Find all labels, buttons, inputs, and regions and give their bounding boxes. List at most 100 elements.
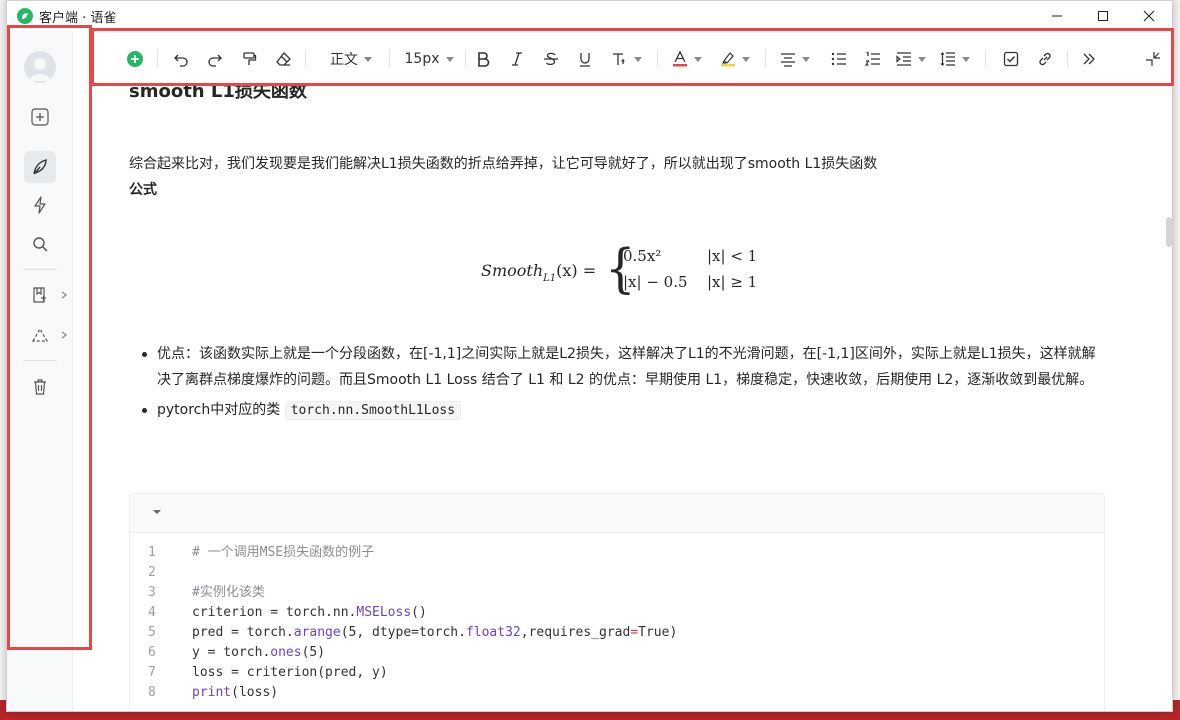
formula-case1-expr: 0.5x² (623, 247, 662, 265)
chevron-down-icon (918, 56, 926, 62)
inline-code: torch.nn.SmoothL1Loss (284, 401, 462, 420)
new-button[interactable] (24, 101, 56, 133)
scrollbar-thumb[interactable] (1166, 217, 1172, 247)
toolbar-divider (1067, 50, 1068, 68)
toolbar-divider (765, 50, 766, 68)
list-item: pytorch中对应的类 torch.nn.SmoothL1Loss (139, 397, 1109, 424)
lightning-icon[interactable] (24, 189, 56, 221)
bullet-list: 优点：该函数实际上就是一个分段函数，在[-1,1]之间实际上就是L2损失，这样解… (139, 341, 1109, 424)
link-icon[interactable] (1033, 47, 1057, 71)
ordered-list-icon[interactable] (861, 47, 885, 71)
trash-icon[interactable] (24, 371, 56, 403)
line-number: 6 (148, 645, 156, 660)
rail-divider (23, 269, 57, 270)
code-text: y = torch.ones(5) (192, 645, 326, 660)
redo-icon[interactable] (203, 47, 227, 71)
yuque-logo-icon (17, 8, 33, 24)
section-heading: smooth L1损失函数 (129, 85, 307, 102)
code-block[interactable]: 1 # 一个调用MSE损失函数的例子 2 3 #实例化该类 4 criterion = to… (129, 493, 1105, 711)
line-number: 2 (148, 565, 156, 580)
math-formula[interactable]: SmoothL1(x) = { 0.5x² |x| < 1 |x| − 0.5 … (475, 241, 775, 305)
bullet-list-icon[interactable] (827, 47, 851, 71)
paragraph-style-select[interactable]: 正文 (321, 47, 381, 71)
italic-icon[interactable] (505, 47, 529, 71)
font-size-value: 15px (404, 51, 440, 67)
chevron-down-icon (962, 56, 970, 62)
paragraph: 综合起来比对，我们发现要是我们能解决L1损失函数的折点给弄掉，让它可导就好了，所… (129, 156, 878, 172)
paragraph-style-value: 正文 (330, 52, 358, 68)
left-rail (7, 31, 73, 711)
toolbar-divider (985, 50, 986, 68)
window-title: 客户端 · 语雀 (39, 10, 117, 26)
font-size-select[interactable]: 15px (399, 47, 459, 71)
align-dropdown[interactable] (775, 47, 815, 71)
toolbar-divider (305, 50, 306, 68)
eraser-icon[interactable] (271, 47, 295, 71)
chevron-down-icon (364, 56, 372, 62)
font-color-icon (673, 51, 687, 67)
collapse-icon[interactable] (1141, 47, 1165, 71)
underline-icon[interactable] (573, 47, 597, 71)
chevron-down-icon (742, 56, 750, 62)
toolbar-divider (157, 50, 158, 68)
line-number: 8 (148, 685, 156, 700)
more-icon[interactable] (1077, 47, 1101, 71)
indent-icon (896, 52, 911, 66)
format-painter-icon[interactable] (237, 47, 261, 71)
line-height-dropdown[interactable] (935, 47, 975, 71)
formula-lhs: SmoothL1(x) = (481, 261, 597, 284)
text-style-icon (613, 53, 625, 65)
line-number: 7 (148, 665, 156, 680)
strikethrough-icon[interactable] (539, 47, 563, 71)
code-body[interactable]: 1 # 一个调用MSE损失函数的例子 2 3 #实例化该类 4 criterion = to… (130, 532, 1104, 711)
knowledge-base-icon[interactable] (24, 279, 56, 311)
team-icon[interactable] (24, 319, 56, 351)
minimize-button[interactable] (1034, 1, 1080, 31)
chevron-down-icon (445, 56, 454, 62)
code-text: # 一个调用MSE损失函数的例子 (192, 545, 375, 560)
line-number: 5 (148, 625, 156, 640)
line-number: 3 (148, 585, 156, 600)
chevron-right-icon (61, 331, 67, 339)
code-text: criterion = torch.nn.MSELoss() (192, 605, 427, 620)
add-circle-icon[interactable] (123, 47, 147, 71)
toolbar-divider (389, 50, 390, 68)
code-text: #实例化该类 (192, 585, 265, 600)
align-center-icon (781, 53, 795, 67)
line-number: 1 (148, 545, 156, 560)
avatar[interactable] (24, 51, 56, 83)
line-height-icon (940, 52, 955, 66)
checkbox-icon[interactable] (999, 47, 1023, 71)
text-style-dropdown[interactable] (605, 47, 649, 71)
line-number: 4 (148, 605, 156, 620)
highlight-dropdown[interactable] (715, 47, 755, 71)
chevron-down-icon (694, 56, 702, 62)
document-area[interactable]: smooth L1损失函数 综合起来比对，我们发现要是我们能解决L1损失函数的折… (73, 85, 1172, 711)
chevron-down-icon (802, 56, 810, 62)
undo-icon[interactable] (169, 47, 193, 71)
indent-dropdown[interactable] (891, 47, 931, 71)
titlebar: 客户端 · 语雀 (7, 1, 1172, 31)
formula-case2-cond: |x| ≥ 1 (707, 273, 758, 291)
chevron-down-icon (634, 56, 642, 62)
code-text: print(loss) (192, 685, 279, 700)
bold-icon[interactable] (471, 47, 495, 71)
paragraph-bold: 公式 (129, 182, 157, 198)
app-window: 客户端 · 语雀 正文 15px smooth L1损失函数 综合起来比对，我们… (6, 0, 1174, 712)
toolbar-divider (465, 50, 466, 68)
chevron-down-icon[interactable] (152, 508, 162, 516)
rail-divider (23, 360, 57, 361)
close-button[interactable] (1126, 1, 1172, 31)
highlight-icon (721, 52, 735, 67)
font-color-dropdown[interactable] (667, 47, 707, 71)
code-text: loss = criterion(pred, y) (192, 665, 388, 680)
editor-toolbar: 正文 15px (73, 31, 1172, 85)
chevron-right-icon (61, 291, 67, 299)
code-text: pred = torch.arange(5, dtype=torch.float… (192, 625, 678, 640)
edit-feather-icon[interactable] (24, 151, 56, 183)
formula-case2-expr: |x| − 0.5 (623, 273, 688, 291)
maximize-button[interactable] (1080, 1, 1126, 31)
list-item: 优点：该函数实际上就是一个分段函数，在[-1,1]之间实际上就是L2损失，这样解… (139, 341, 1109, 393)
search-icon[interactable] (24, 228, 56, 260)
formula-case1-cond: |x| < 1 (707, 247, 758, 265)
